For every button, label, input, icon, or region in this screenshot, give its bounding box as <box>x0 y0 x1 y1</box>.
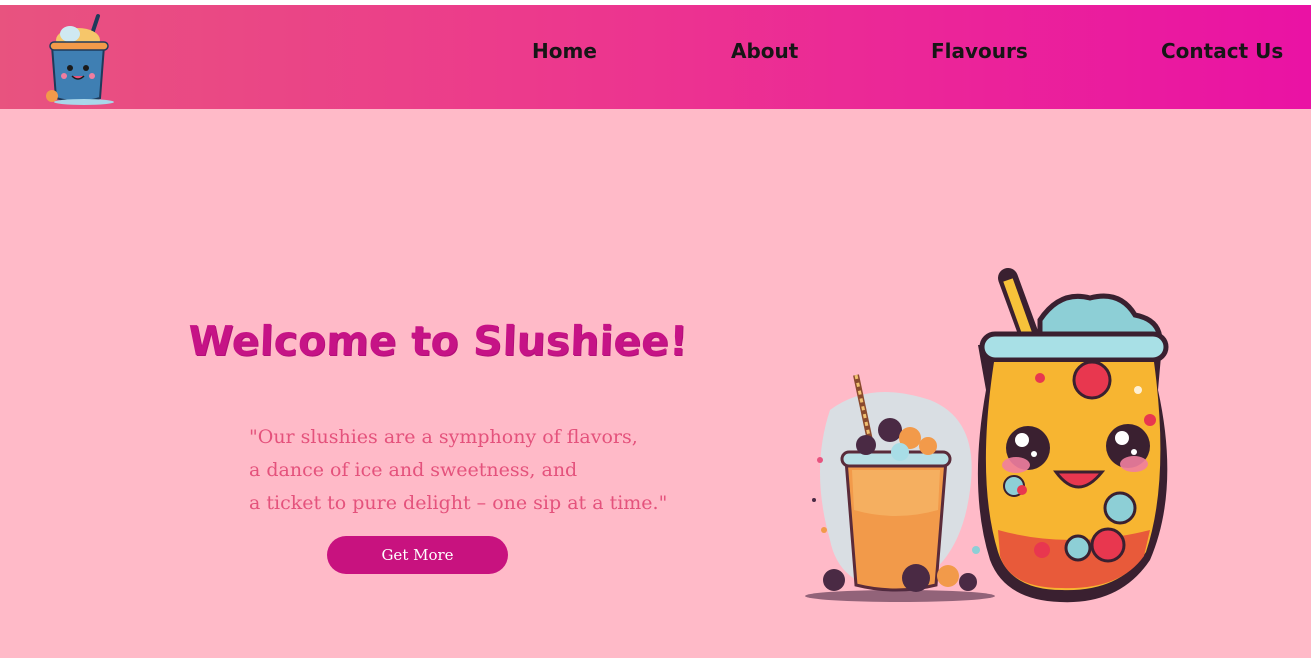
quote-line: a ticket to pure delight – one sip at a … <box>249 492 668 514</box>
slushie-logo-icon[interactable] <box>40 10 120 106</box>
nav-link-home[interactable]: Home <box>532 39 597 63</box>
slushie-drinks-illustration <box>805 268 1169 603</box>
hero-title: Welcome to Slushiee! <box>187 317 689 365</box>
quote-line: a dance of ice and sweetness, and <box>249 459 578 481</box>
nav-link-contact-us[interactable]: Contact Us <box>1161 39 1283 63</box>
quote-line: "Our slushies are a symphony of flavors, <box>249 426 638 448</box>
get-more-button[interactable]: Get More <box>327 536 508 574</box>
nav-link-about[interactable]: About <box>731 39 798 63</box>
nav-link-flavours[interactable]: Flavours <box>931 39 1028 63</box>
page: Home About Flavours Contact Us Welcome t… <box>0 5 1311 658</box>
hero-quote: "Our slushies are a symphony of flavors,… <box>249 421 667 520</box>
navbar: Home About Flavours Contact Us <box>0 5 1311 109</box>
